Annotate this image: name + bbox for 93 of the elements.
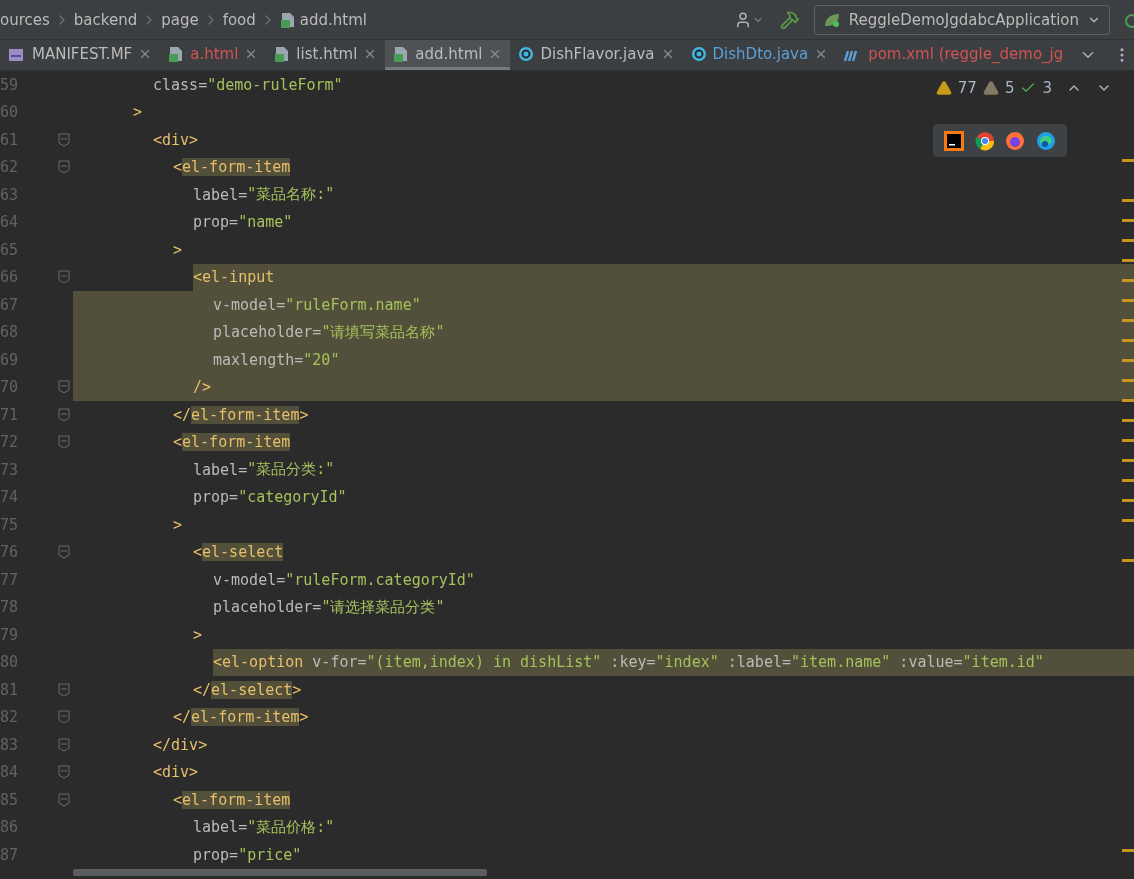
fold-marker-icon[interactable] — [58, 380, 70, 395]
fold-marker-icon[interactable] — [58, 160, 70, 175]
leaf-icon — [822, 11, 841, 28]
code-line: </el-form-item> — [173, 707, 309, 729]
line-number: 65 — [0, 240, 20, 259]
line-number: 86 — [0, 818, 20, 837]
code-line: v-model="ruleForm.categoryId" — [213, 569, 475, 591]
code-line: </div> — [153, 734, 208, 756]
code-line: prop="price" — [193, 844, 302, 866]
hammer-icon[interactable] — [779, 9, 800, 30]
line-number: 78 — [0, 598, 20, 617]
code-line: <el-form-item — [173, 789, 291, 811]
code-line: <div> — [153, 129, 199, 151]
code-line: label="菜品名称:" — [193, 184, 335, 206]
html-file-icon — [279, 11, 296, 28]
line-number: 64 — [0, 213, 20, 232]
line-number: 82 — [0, 708, 20, 727]
editor-tab[interactable]: DishDto.java — [682, 40, 837, 70]
line-number: 70 — [0, 378, 20, 397]
fold-marker-icon[interactable] — [58, 765, 70, 780]
html-file-icon — [168, 45, 185, 62]
code-line: label="菜品分类:" — [193, 459, 335, 481]
browser-icon[interactable] — [1035, 130, 1056, 151]
breadcrumb-item[interactable]: food — [222, 10, 256, 29]
line-number: 67 — [0, 295, 20, 314]
line-number: 63 — [0, 185, 20, 204]
fold-marker-icon[interactable] — [58, 435, 70, 450]
warning-icon[interactable] — [935, 80, 952, 96]
fold-marker-icon[interactable] — [58, 737, 70, 752]
code-line: <div> — [153, 762, 199, 784]
line-number: 75 — [0, 515, 20, 534]
code-line: <el-form-item — [173, 432, 291, 454]
line-number: 80 — [0, 653, 20, 672]
code-line: label="菜品价格:" — [193, 816, 335, 839]
line-number: 74 — [0, 488, 20, 507]
fold-marker-icon[interactable] — [58, 132, 70, 147]
code-line: </el-select> — [193, 679, 302, 701]
line-number: 84 — [0, 763, 20, 782]
line-number: 66 — [0, 268, 20, 287]
line-number: 71 — [0, 405, 20, 424]
code-line: <el-form-item — [173, 157, 291, 179]
line-number: 61 — [0, 130, 20, 149]
fold-marker-icon[interactable] — [58, 545, 70, 560]
fold-marker-icon[interactable] — [58, 792, 70, 807]
fold-marker-icon[interactable] — [58, 270, 70, 285]
line-number: 72 — [0, 433, 20, 452]
browser-icon[interactable] — [974, 130, 995, 151]
line-number: 60 — [0, 103, 20, 122]
breadcrumb-item[interactable]: add.html — [299, 10, 367, 29]
line-number: 76 — [0, 543, 20, 562]
code-line: > — [173, 239, 183, 261]
horizontal-scrollbar[interactable] — [73, 869, 487, 876]
line-number: 73 — [0, 460, 20, 479]
class-icon — [518, 45, 535, 62]
breadcrumb-item[interactable]: ources — [0, 10, 50, 29]
fold-marker-icon[interactable] — [58, 682, 70, 697]
code-line: prop="categoryId" — [193, 487, 347, 509]
ide-icon[interactable] — [944, 130, 965, 151]
editor-tab[interactable]: MANIFEST.MF — [0, 40, 161, 70]
line-number: 68 — [0, 323, 20, 342]
html-file-icon — [393, 45, 410, 62]
line-number: 83 — [0, 735, 20, 754]
warning-count: 77 — [957, 79, 977, 97]
editor-tab[interactable]: DishFlavor.java — [510, 40, 683, 70]
breadcrumb-item[interactable]: backend — [73, 10, 138, 29]
line-number: 77 — [0, 570, 20, 589]
breadcrumb-item[interactable]: page — [161, 10, 199, 29]
line-number: 85 — [0, 790, 20, 809]
code-line: > — [173, 514, 183, 536]
fold-marker-icon[interactable] — [58, 710, 70, 725]
editor-tab[interactable]: add.html — [385, 40, 511, 70]
line-number: 59 — [0, 75, 20, 94]
code-line: placeholder="请选择菜品分类" — [213, 596, 445, 619]
code-line: class="demo-ruleForm" — [153, 74, 343, 96]
weak-warning-icon[interactable] — [982, 80, 999, 96]
weak-warning-count: 5 — [1004, 79, 1015, 97]
line-number: 87 — [0, 845, 20, 864]
line-number: 69 — [0, 350, 20, 369]
typo-count: 3 — [1042, 79, 1052, 97]
class-icon — [690, 45, 707, 62]
line-number: 81 — [0, 680, 20, 699]
run-config-dropdown[interactable]: ReggleDemoJgdabcApplication — [813, 4, 1110, 35]
fold-marker-icon[interactable] — [58, 407, 70, 422]
editor-tab[interactable]: list.html — [266, 40, 386, 70]
code-line: prop="name" — [193, 212, 293, 234]
code-line: > — [133, 102, 143, 124]
line-number: 79 — [0, 625, 20, 644]
html-file-icon — [274, 45, 291, 62]
code-line: <el-select — [193, 542, 284, 564]
code-line: </el-form-item> — [173, 404, 309, 426]
line-number: 62 — [0, 158, 20, 177]
browser-icon[interactable] — [1005, 130, 1026, 151]
code-line: > — [193, 624, 203, 646]
